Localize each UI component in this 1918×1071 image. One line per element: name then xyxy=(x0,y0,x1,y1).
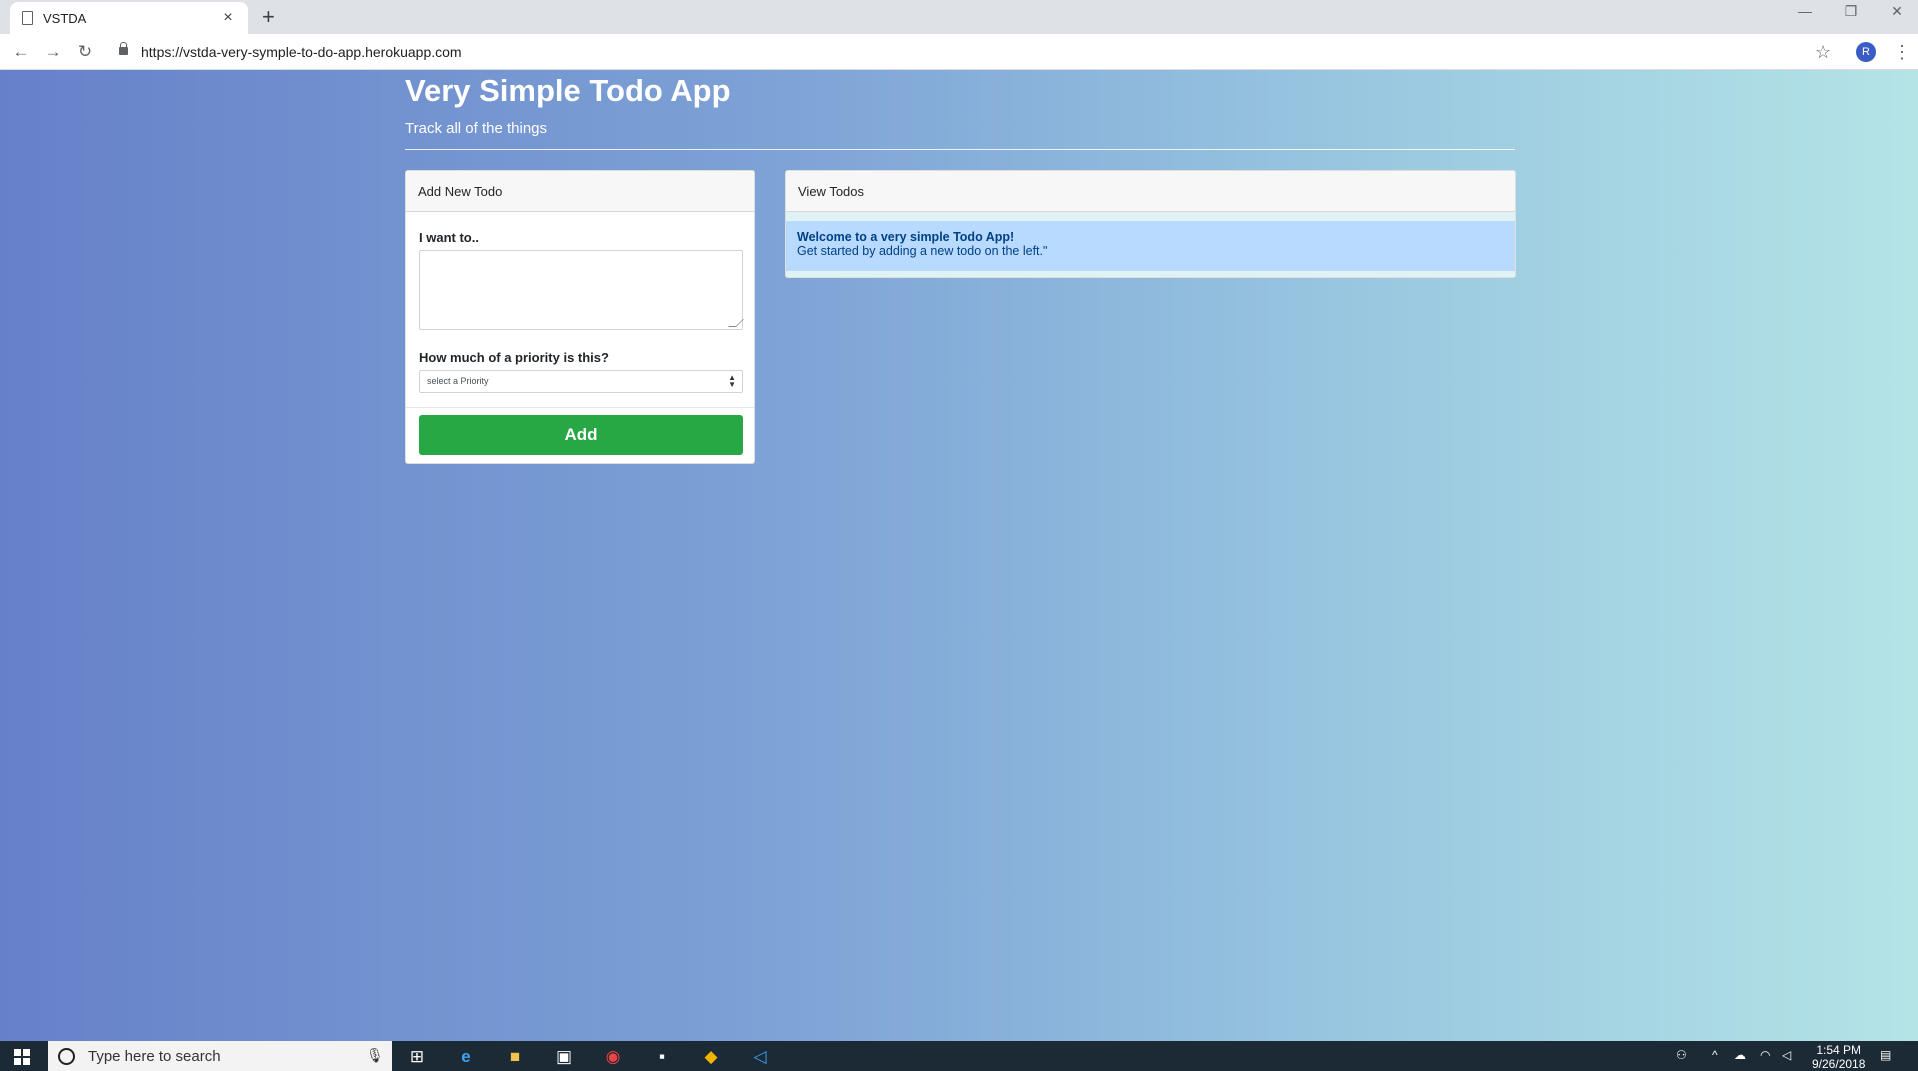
header-divider xyxy=(405,149,1515,150)
windows-taskbar: Type here to search 🎙 ⊞ e ■ ▣ ◉ ▪ ◆ ◁ ⚇ … xyxy=(0,1041,1918,1071)
view-todos-header: View Todos xyxy=(786,171,1515,212)
windows-start-icon[interactable] xyxy=(14,1049,30,1065)
edge-icon[interactable]: e xyxy=(455,1046,477,1068)
file-explorer-icon[interactable]: ■ xyxy=(504,1046,526,1068)
address-bar[interactable]: https://vstda-very-symple-to-do-app.hero… xyxy=(141,40,462,64)
new-tab-button[interactable]: + xyxy=(262,5,275,29)
window-close-icon[interactable]: ✕ xyxy=(1882,3,1912,20)
clock-time: 1:54 PM xyxy=(1816,1043,1862,1057)
add-button[interactable]: Add xyxy=(419,415,743,455)
page-content: Very Simple Todo App Track all of the th… xyxy=(0,70,1918,1041)
card-separator xyxy=(406,407,754,408)
browser-menu-icon[interactable]: ⋮ xyxy=(1893,40,1911,64)
browser-tab[interactable]: VSTDA × xyxy=(10,2,248,34)
onedrive-icon[interactable]: ☁ xyxy=(1734,1048,1746,1062)
tray-chevron-icon[interactable]: ^ xyxy=(1712,1048,1718,1062)
document-icon xyxy=(22,11,33,25)
taskbar-search-placeholder: Type here to search xyxy=(88,1048,221,1065)
welcome-alert: Welcome to a very simple Todo App! Get s… xyxy=(786,221,1515,271)
todo-text-label: I want to.. xyxy=(419,230,479,245)
priority-select[interactable]: select a Priority ▲ ▼ xyxy=(419,370,743,393)
welcome-text: Get started by adding a new todo on the … xyxy=(797,244,1048,258)
select-arrows-icon: ▲ ▼ xyxy=(728,373,736,389)
view-todos-panel: View Todos Welcome to a very simple Todo… xyxy=(785,170,1516,278)
microphone-icon[interactable]: 🎙 xyxy=(366,1047,384,1064)
page-subtitle: Track all of the things xyxy=(405,120,548,137)
todo-textarea[interactable] xyxy=(419,250,743,330)
panel-spacer-top xyxy=(786,212,1515,221)
page-title: Very Simple Todo App xyxy=(405,73,731,108)
bookmark-star-icon[interactable]: ☆ xyxy=(1815,40,1831,64)
tab-close-icon[interactable]: × xyxy=(220,10,236,26)
tab-title: VSTDA xyxy=(43,10,87,26)
store-icon[interactable]: ▣ xyxy=(553,1046,575,1068)
cortana-icon xyxy=(58,1048,75,1065)
people-icon[interactable]: ⚇ xyxy=(1676,1048,1687,1062)
browser-toolbar: ← → ↻ https://vstda-very-symple-to-do-ap… xyxy=(0,34,1918,70)
restore-icon[interactable]: ❐ xyxy=(1836,3,1866,20)
back-icon[interactable]: ← xyxy=(9,40,33,64)
profile-avatar[interactable]: R xyxy=(1856,42,1876,62)
sticky-notes-icon[interactable]: ▪ xyxy=(651,1046,673,1068)
task-view-icon[interactable]: ⊞ xyxy=(406,1046,428,1068)
add-todo-panel: Add New Todo I want to.. How much of a p… xyxy=(405,170,755,464)
reload-icon[interactable]: ↻ xyxy=(73,40,97,64)
priority-label: How much of a priority is this? xyxy=(419,350,609,365)
add-todo-header: Add New Todo xyxy=(406,171,754,212)
git-icon[interactable]: ◆ xyxy=(700,1046,722,1068)
chrome-icon[interactable]: ◉ xyxy=(602,1046,624,1068)
browser-tab-bar: VSTDA × + — ❐ ✕ xyxy=(0,0,1918,34)
welcome-title: Welcome to a very simple Todo App! xyxy=(797,230,1015,244)
clock-date: 9/26/2018 xyxy=(1812,1057,1866,1071)
forward-icon[interactable]: → xyxy=(41,40,65,64)
lock-icon xyxy=(119,42,128,55)
panel-spacer-bottom xyxy=(786,271,1515,277)
taskbar-clock[interactable]: 1:54 PM 9/26/2018 xyxy=(1812,1043,1865,1071)
priority-selected-value: select a Priority xyxy=(427,376,489,386)
vscode-icon[interactable]: ◁ xyxy=(749,1046,771,1068)
notifications-icon[interactable]: ▤ xyxy=(1880,1048,1891,1062)
taskbar-search-box[interactable]: Type here to search 🎙 xyxy=(48,1041,392,1071)
wifi-icon[interactable]: ◠ xyxy=(1760,1048,1770,1062)
minimize-icon[interactable]: — xyxy=(1790,3,1820,19)
volume-icon[interactable]: ◁ xyxy=(1782,1048,1791,1062)
